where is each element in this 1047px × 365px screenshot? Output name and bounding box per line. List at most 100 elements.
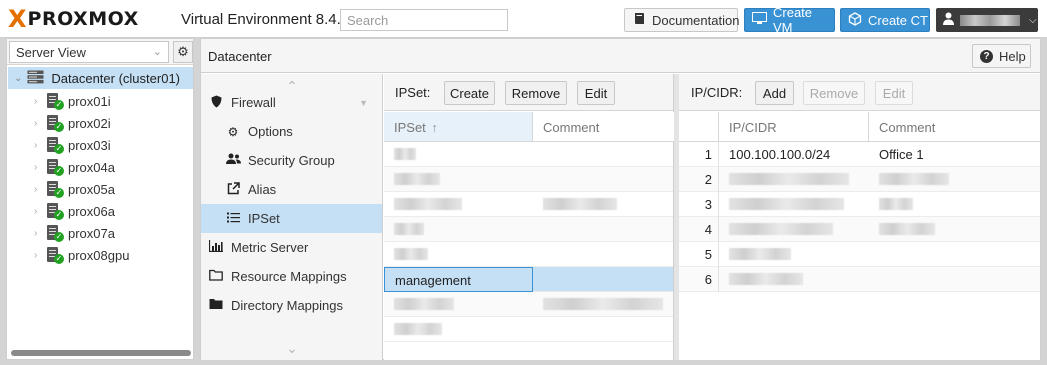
collapse-icon: ▼ [359, 98, 368, 108]
nav-metric-server[interactable]: Metric Server [201, 233, 382, 262]
cidr-remove-button[interactable]: Remove [803, 81, 865, 105]
server-icon [27, 70, 44, 87]
node-online-icon: ✓ [47, 137, 64, 154]
bar-chart-icon [208, 240, 223, 255]
book-icon [633, 12, 646, 28]
ipset-edit-button[interactable]: Edit [577, 81, 615, 105]
help-icon: ? [980, 49, 993, 63]
nav-resource-mappings-label: Resource Mappings [231, 269, 347, 284]
table-row[interactable]: 5 [679, 242, 1040, 267]
node-online-icon: ✓ [47, 225, 64, 242]
table-row[interactable]: 1 100.100.100.0/24 Office 1 [679, 142, 1040, 167]
table-row[interactable] [384, 192, 673, 217]
nav-metric-server-label: Metric Server [231, 240, 309, 255]
chevron-down-icon: ⌄ [152, 46, 162, 58]
scroll-down-icon[interactable]: ⌄ [283, 340, 301, 356]
table-row[interactable]: 4 [679, 217, 1040, 242]
tree-node[interactable]: › ✓ prox04a [8, 156, 193, 178]
cog-icon: ⚙ [227, 124, 239, 139]
column-header-ipset[interactable]: IPSet ↑ [384, 112, 533, 142]
node-online-icon: ✓ [47, 203, 64, 220]
chevron-right-icon: › [34, 249, 38, 261]
search-input[interactable] [340, 9, 508, 31]
row-number: 3 [679, 192, 719, 217]
tree-node[interactable]: › ✓ prox08gpu [8, 244, 193, 266]
view-selector-row: Server View ⌄ ⚙ [7, 39, 193, 65]
table-row[interactable] [384, 292, 673, 317]
nav-alias[interactable]: Alias [201, 175, 382, 204]
create-vm-button[interactable]: Create VM [744, 5, 835, 35]
chevron-right-icon: › [34, 139, 38, 151]
folder-open-icon [209, 269, 223, 284]
column-header-ip-cidr[interactable]: IP/CIDR [719, 112, 869, 142]
nav-ipset[interactable]: IPSet [201, 204, 382, 233]
node-label: prox02i [68, 115, 111, 131]
ipset-name-redacted [384, 217, 533, 242]
server-view-select[interactable]: Server View ⌄ [9, 41, 169, 63]
ipset-create-button[interactable]: Create [444, 81, 495, 105]
list-icon [226, 212, 240, 226]
nav-firewall[interactable]: Firewall ▼ [201, 88, 382, 117]
chevron-right-icon: › [34, 117, 38, 129]
table-row[interactable] [384, 167, 673, 192]
table-row[interactable] [384, 242, 673, 267]
chevron-down-icon: ⌄ [14, 72, 23, 84]
create-ct-button[interactable]: Create CT [840, 8, 930, 32]
folder-icon [209, 298, 223, 313]
tree-node[interactable]: › ✓ prox01i [8, 90, 193, 112]
tree-node[interactable]: › ✓ prox05a [8, 178, 193, 200]
column-header-cidr-comment[interactable]: Comment [869, 112, 1040, 142]
cidr-add-button[interactable]: Add [755, 81, 794, 105]
tree-datacenter[interactable]: ⌄ Datacenter (cluster01) [8, 67, 193, 89]
ipset-name-redacted [384, 167, 533, 192]
resource-tree-panel: Server View ⌄ ⚙ ⌄ Datacenter (cluster01)… [6, 38, 194, 360]
ipset-name-redacted [384, 192, 533, 217]
tree-node[interactable]: › ✓ prox03i [8, 134, 193, 156]
tree-node[interactable]: › ✓ prox06a [8, 200, 193, 222]
chevron-right-icon: › [34, 205, 38, 217]
table-row[interactable] [384, 142, 673, 167]
tree-node[interactable]: › ✓ prox02i [8, 112, 193, 134]
monitor-icon [752, 12, 767, 28]
user-menu-button[interactable]: ⌵ [936, 8, 1038, 32]
ipset-remove-button[interactable]: Remove [505, 81, 567, 105]
cube-icon [848, 11, 862, 29]
node-label: prox01i [68, 93, 111, 109]
nav-ipset-label: IPSet [248, 211, 280, 226]
cidr-edit-button[interactable]: Edit [875, 81, 913, 105]
horizontal-scrollbar[interactable] [11, 350, 191, 356]
nav-firewall-label: Firewall [231, 95, 276, 110]
nav-security-group-label: Security Group [248, 153, 335, 168]
ipset-toolbar-label: IPSet: [395, 85, 431, 100]
sort-ascending-icon: ↑ [431, 120, 438, 135]
table-row[interactable] [384, 217, 673, 242]
ipset-comment-redacted [533, 192, 674, 217]
node-label: prox04a [68, 159, 115, 175]
table-row[interactable]: 2 [679, 167, 1040, 192]
logo-x: X [8, 5, 27, 33]
cidr-value-redacted [719, 267, 869, 292]
table-row[interactable]: 3 [679, 192, 1040, 217]
table-row[interactable] [384, 317, 673, 342]
nav-options[interactable]: ⚙ Options [201, 117, 382, 146]
nav-directory-mappings[interactable]: Directory Mappings [201, 291, 382, 320]
nav-security-group[interactable]: Security Group [201, 146, 382, 175]
documentation-button[interactable]: Documentation [624, 8, 739, 32]
gear-icon[interactable]: ⚙ [173, 41, 193, 63]
proxmox-logo[interactable]: X PROXMOX [8, 7, 139, 31]
cidr-value-redacted [719, 167, 869, 192]
nav-resource-mappings[interactable]: Resource Mappings [201, 262, 382, 291]
table-row-selected[interactable]: management [384, 267, 673, 292]
table-row[interactable]: 6 [679, 267, 1040, 292]
cidr-toolbar: IP/CIDR: Add Remove Edit [679, 74, 1040, 111]
create-vm-label: Create VM [773, 5, 813, 35]
help-button[interactable]: ? Help [972, 44, 1031, 68]
panel-header: Datacenter ? Help [201, 39, 1040, 73]
ipset-comment-redacted [533, 292, 674, 317]
scroll-up-icon[interactable]: ⌃ [283, 78, 301, 94]
node-online-icon: ✓ [47, 93, 64, 110]
ipset-name-cell: management [384, 267, 533, 292]
tree-node[interactable]: › ✓ prox07a [8, 222, 193, 244]
row-number: 4 [679, 217, 719, 242]
column-header-comment[interactable]: Comment [533, 112, 674, 142]
